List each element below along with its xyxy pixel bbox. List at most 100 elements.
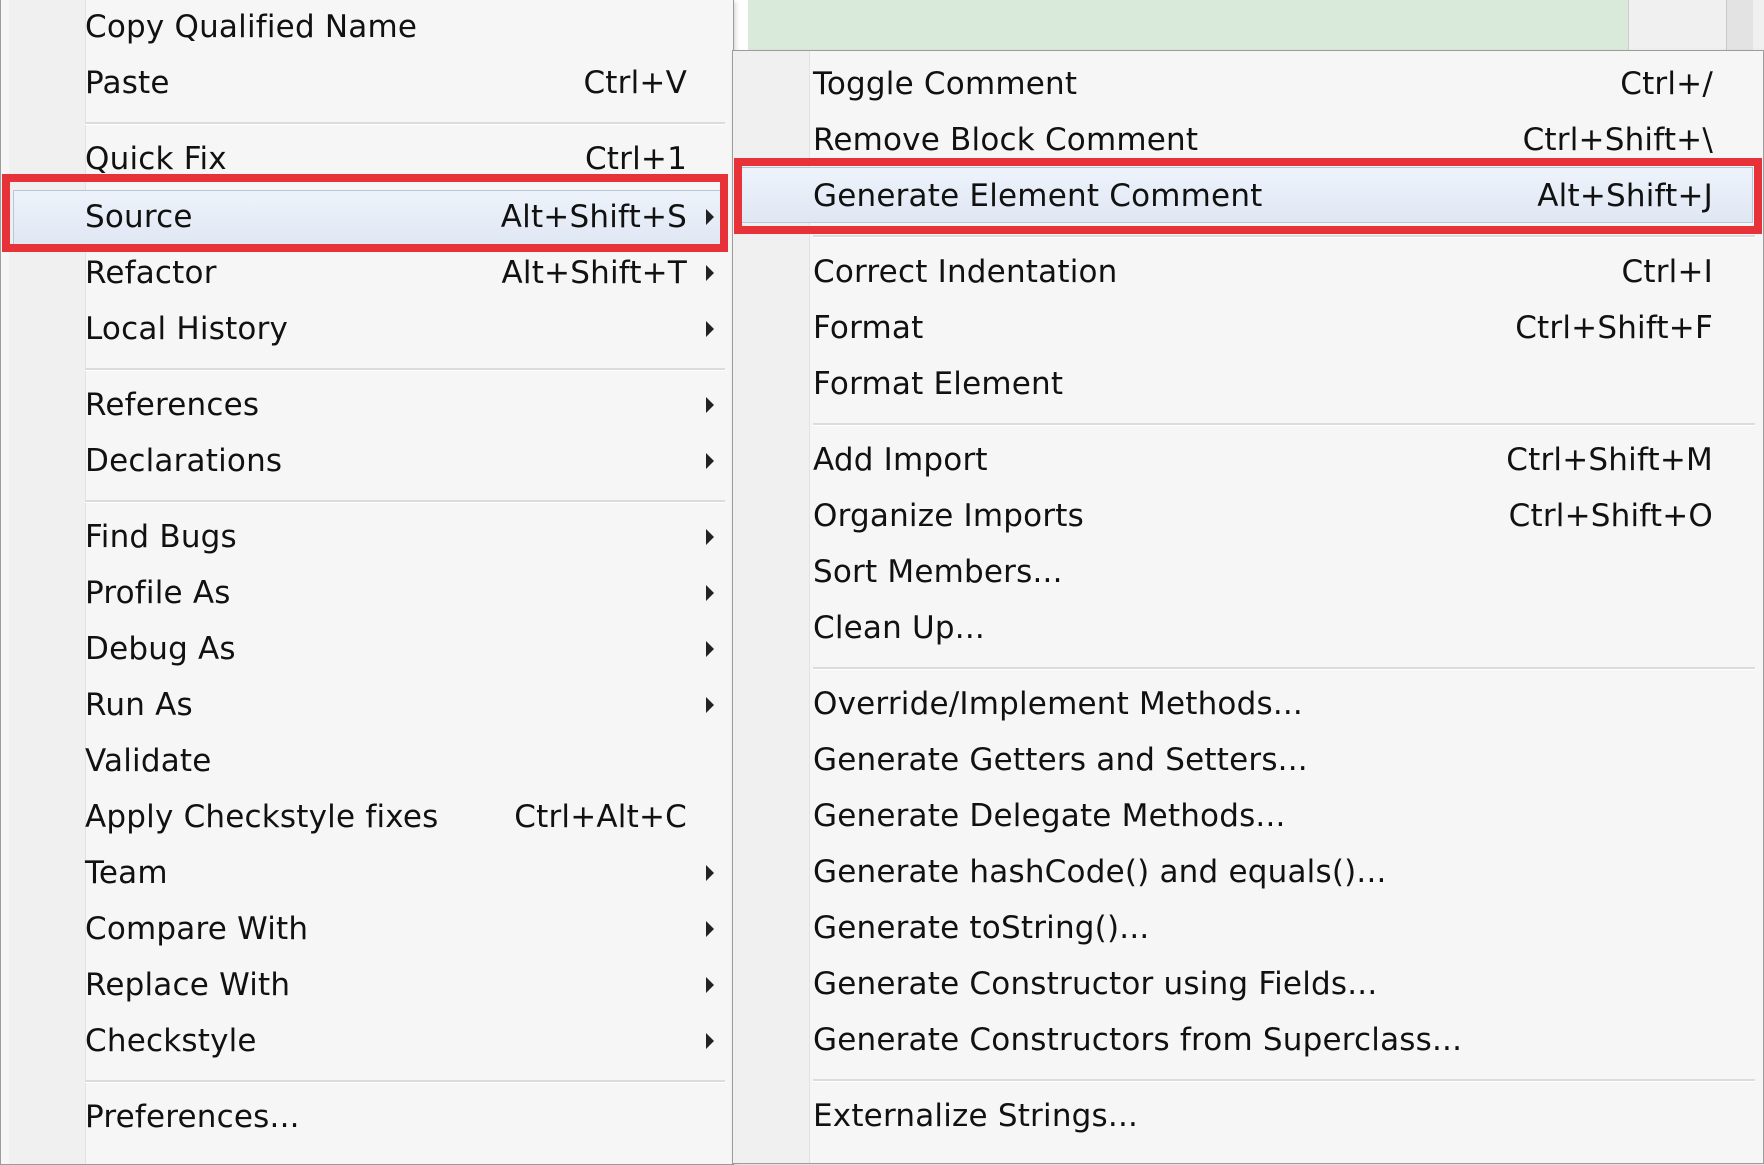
submenu-item-override-implement-methods[interactable]: Override/Implement Methods... bbox=[813, 679, 1713, 729]
submenu-item-generate-getters-setters[interactable]: Generate Getters and Setters... bbox=[813, 735, 1713, 785]
menu-item-label: Find Bugs bbox=[85, 519, 237, 555]
context-menu: Copy Qualified Name Paste Ctrl+V Quick F… bbox=[0, 0, 734, 1165]
menu-item-label: References bbox=[85, 387, 260, 423]
menu-item-label: Generate Constructor using Fields... bbox=[813, 966, 1378, 1002]
menu-item-label: Team bbox=[85, 855, 168, 891]
menu-item-find-bugs[interactable]: Find Bugs bbox=[85, 512, 714, 562]
menu-item-label: Generate toString()... bbox=[813, 910, 1150, 946]
submenu-item-organize-imports[interactable]: Organize Imports Ctrl+Shift+O bbox=[813, 491, 1713, 541]
menu-item-shortcut: Ctrl+V bbox=[583, 65, 687, 101]
menu-item-label: Generate Constructors from Superclass... bbox=[813, 1022, 1463, 1058]
menu-item-label: Generate Delegate Methods... bbox=[813, 798, 1286, 834]
submenu-item-generate-tostring[interactable]: Generate toString()... bbox=[813, 903, 1713, 953]
menu-item-label: Clean Up... bbox=[813, 610, 985, 646]
menu-item-label: Run As bbox=[85, 687, 193, 723]
menu-item-debug-as[interactable]: Debug As bbox=[85, 624, 714, 674]
submenu-arrow-icon bbox=[706, 921, 714, 937]
submenu-arrow-icon bbox=[706, 641, 714, 657]
submenu-item-externalize-strings[interactable]: Externalize Strings... bbox=[813, 1091, 1713, 1141]
menu-item-validate[interactable]: Validate bbox=[85, 736, 713, 786]
menu-item-label: Source bbox=[85, 199, 193, 235]
submenu-item-add-import[interactable]: Add Import Ctrl+Shift+M bbox=[813, 435, 1713, 485]
submenu-item-format[interactable]: Format Ctrl+Shift+F bbox=[813, 303, 1713, 353]
editor-background bbox=[748, 0, 1628, 50]
menu-item-label: Paste bbox=[85, 65, 170, 101]
menu-item-label: Toggle Comment bbox=[813, 66, 1078, 102]
menu-item-label: Format bbox=[813, 310, 924, 346]
menu-item-label: Add Import bbox=[813, 442, 988, 478]
editor-scrollbar-area bbox=[1628, 0, 1764, 50]
menu-item-shortcut: Ctrl+Alt+C bbox=[514, 799, 687, 835]
menu-separator bbox=[813, 423, 1755, 426]
submenu-arrow-icon bbox=[706, 585, 714, 601]
submenu-arrow-icon bbox=[706, 529, 714, 545]
menu-item-local-history[interactable]: Local History bbox=[85, 304, 714, 354]
menu-item-shortcut: Ctrl+Shift+O bbox=[1508, 498, 1713, 534]
submenu-item-generate-constructor-fields[interactable]: Generate Constructor using Fields... bbox=[813, 959, 1713, 1009]
menu-item-shortcut: Ctrl+Shift+M bbox=[1506, 442, 1713, 478]
submenu-arrow-icon bbox=[706, 321, 714, 337]
menu-item-label: Compare With bbox=[85, 911, 309, 947]
menu-item-label: Validate bbox=[85, 743, 212, 779]
menu-item-refactor[interactable]: Refactor Alt+Shift+T bbox=[85, 248, 714, 298]
menu-item-label: Generate Getters and Setters... bbox=[813, 742, 1308, 778]
menu-separator bbox=[85, 122, 725, 125]
menu-item-label: Correct Indentation bbox=[813, 254, 1118, 290]
submenu-item-format-element[interactable]: Format Element bbox=[813, 359, 1713, 409]
menu-item-label: Local History bbox=[85, 311, 289, 347]
menu-item-label: Override/Implement Methods... bbox=[813, 686, 1303, 722]
menu-item-apply-checkstyle-fixes[interactable]: Apply Checkstyle fixes Ctrl+Alt+C bbox=[85, 792, 713, 842]
submenu-item-correct-indentation[interactable]: Correct Indentation Ctrl+I bbox=[813, 247, 1713, 297]
menu-item-shortcut: Ctrl+I bbox=[1621, 254, 1713, 290]
submenu-item-generate-delegate-methods[interactable]: Generate Delegate Methods... bbox=[813, 791, 1713, 841]
menu-item-team[interactable]: Team bbox=[85, 848, 714, 898]
menu-item-copy-qualified-name[interactable]: Copy Qualified Name bbox=[85, 2, 713, 52]
menu-item-shortcut: Alt+Shift+J bbox=[1537, 178, 1713, 214]
menu-item-replace-with[interactable]: Replace With bbox=[85, 960, 714, 1010]
submenu-item-generate-constructors-superclass[interactable]: Generate Constructors from Superclass... bbox=[813, 1015, 1713, 1065]
menu-item-shortcut: Ctrl+Shift+F bbox=[1515, 310, 1713, 346]
menu-item-source[interactable]: Source Alt+Shift+S bbox=[85, 192, 714, 242]
menu-item-label: Organize Imports bbox=[813, 498, 1084, 534]
submenu-item-generate-hashcode-equals[interactable]: Generate hashCode() and equals()... bbox=[813, 847, 1713, 897]
menu-item-label: Debug As bbox=[85, 631, 236, 667]
submenu-arrow-icon bbox=[706, 397, 714, 413]
menu-item-run-as[interactable]: Run As bbox=[85, 680, 714, 730]
menu-item-shortcut: Alt+Shift+T bbox=[501, 255, 687, 291]
menu-item-compare-with[interactable]: Compare With bbox=[85, 904, 714, 954]
menu-item-label: Generate hashCode() and equals()... bbox=[813, 854, 1387, 890]
submenu-arrow-icon bbox=[706, 697, 714, 713]
menu-item-label: Quick Fix bbox=[85, 141, 227, 177]
menu-item-preferences[interactable]: Preferences... bbox=[85, 1092, 713, 1142]
menu-item-shortcut: Alt+Shift+S bbox=[500, 199, 687, 235]
menu-item-references[interactable]: References bbox=[85, 380, 714, 430]
menu-separator bbox=[813, 1079, 1755, 1082]
menu-item-declarations[interactable]: Declarations bbox=[85, 436, 714, 486]
menu-item-label: Checkstyle bbox=[85, 1023, 257, 1059]
menu-item-paste[interactable]: Paste Ctrl+V bbox=[85, 58, 713, 108]
menu-item-shortcut: Ctrl+Shift+\ bbox=[1522, 122, 1713, 158]
menu-separator bbox=[85, 1080, 725, 1083]
menu-item-shortcut: Ctrl+/ bbox=[1620, 66, 1713, 102]
menu-item-label: Format Element bbox=[813, 366, 1064, 402]
menu-item-quick-fix[interactable]: Quick Fix Ctrl+1 bbox=[85, 134, 713, 184]
submenu-item-clean-up[interactable]: Clean Up... bbox=[813, 603, 1713, 653]
menu-separator bbox=[813, 667, 1755, 670]
submenu-item-sort-members[interactable]: Sort Members... bbox=[813, 547, 1713, 597]
menu-item-label: Remove Block Comment bbox=[813, 122, 1199, 158]
menu-separator bbox=[85, 368, 725, 371]
menu-item-shortcut: Ctrl+1 bbox=[584, 141, 687, 177]
menu-item-label: Externalize Strings... bbox=[813, 1098, 1139, 1134]
submenu-item-remove-block-comment[interactable]: Remove Block Comment Ctrl+Shift+\ bbox=[813, 115, 1713, 165]
menu-item-label: Preferences... bbox=[85, 1099, 300, 1135]
menu-item-label: Profile As bbox=[85, 575, 231, 611]
menu-item-label: Generate Element Comment bbox=[813, 178, 1263, 214]
menu-item-label: Replace With bbox=[85, 967, 291, 1003]
menu-item-profile-as[interactable]: Profile As bbox=[85, 568, 714, 618]
menu-item-label: Declarations bbox=[85, 443, 283, 479]
submenu-item-generate-element-comment[interactable]: Generate Element Comment Alt+Shift+J bbox=[813, 171, 1713, 221]
menu-item-checkstyle[interactable]: Checkstyle bbox=[85, 1016, 714, 1066]
submenu-item-toggle-comment[interactable]: Toggle Comment Ctrl+/ bbox=[813, 59, 1713, 109]
menu-item-label: Refactor bbox=[85, 255, 217, 291]
submenu-arrow-icon bbox=[706, 865, 714, 881]
